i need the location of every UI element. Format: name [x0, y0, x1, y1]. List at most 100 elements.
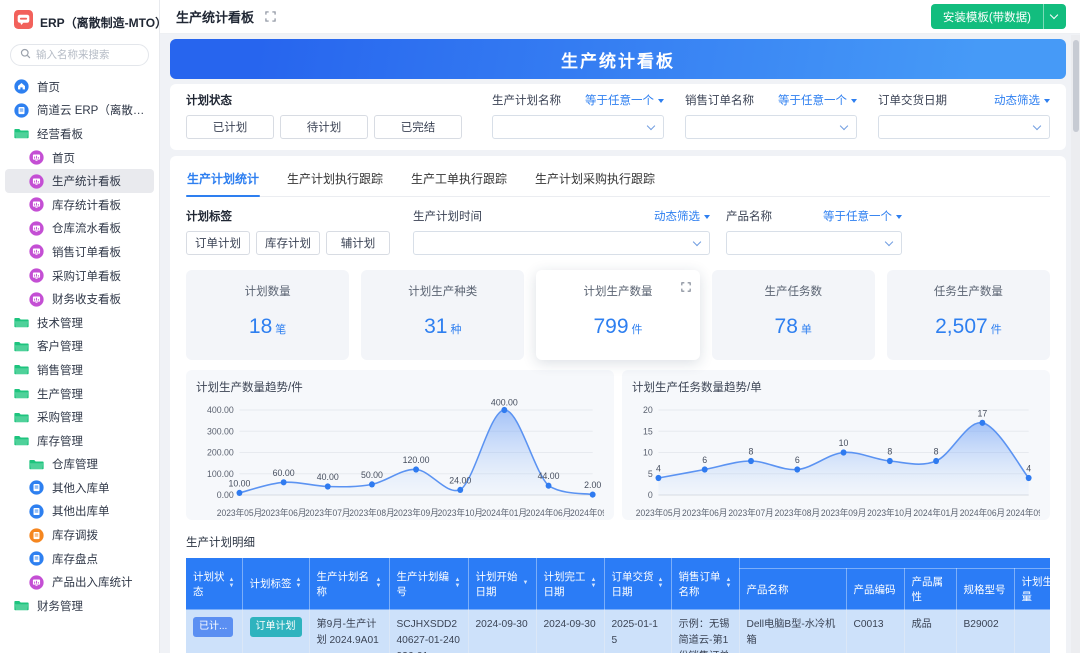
sidebar-item-customer-mgmt[interactable]: 客户管理 [5, 335, 154, 359]
sidebar-item-inventory-check[interactable]: 库存盘点 [5, 547, 154, 571]
search-input[interactable] [36, 49, 139, 61]
plan-time-operator[interactable]: 动态筛选 [654, 208, 710, 224]
tab-plan-purchase-tracking[interactable]: 生产计划采购执行跟踪 [534, 167, 656, 196]
column-header[interactable]: 计划生产数量 [1014, 569, 1050, 610]
folder-icon [14, 598, 29, 613]
plan-time-select[interactable] [413, 231, 710, 255]
plan-tag-button[interactable]: 辅计划 [326, 231, 390, 255]
sidebar-item-other-inbound[interactable]: 其他入库单 [5, 476, 154, 500]
sidebar-item-label: 技术管理 [37, 315, 83, 331]
svg-text:0: 0 [648, 490, 653, 500]
inner-filter-fields: 生产计划时间动态筛选产品名称等于任意一个 [413, 208, 902, 255]
sidebar-item-sales-order-board[interactable]: 销售订单看板 [5, 240, 154, 264]
column-header[interactable]: 计划开始日期▼ [468, 558, 536, 610]
sidebar-item-purchase-board[interactable]: 采购订单看板 [5, 264, 154, 288]
caret-down-icon [851, 99, 857, 103]
column-header[interactable]: 产品属性 [904, 569, 956, 610]
plan-name-select[interactable] [492, 115, 664, 139]
sidebar-item-product-io-stats[interactable]: 产品出入库统计 [5, 570, 154, 594]
column-header[interactable]: 订单交货日期▲▼ [604, 558, 671, 610]
folder-icon [14, 386, 29, 401]
product-group-header [739, 558, 1050, 569]
column-header[interactable]: 产品名称 [739, 569, 846, 610]
sort-icon: ▲▼ [296, 578, 302, 589]
svg-text:40.00: 40.00 [317, 472, 339, 482]
top-filter-card: 计划状态 已计划待计划已完结 生产计划名称等于任意一个销售订单名称等于任意一个订… [170, 84, 1066, 150]
svg-text:120.00: 120.00 [403, 455, 430, 465]
sidebar-item-label: 库存盘点 [52, 551, 98, 567]
sidebar-item-label: 客户管理 [37, 338, 83, 354]
delivery-date-select[interactable] [878, 115, 1050, 139]
tab-workorder-tracking[interactable]: 生产工单执行跟踪 [410, 167, 508, 196]
svg-text:2023年09月: 2023年09月 [393, 507, 438, 518]
column-header[interactable]: 计划状态▲▼ [186, 558, 242, 610]
fullscreen-icon[interactable] [265, 11, 276, 22]
product-name-select[interactable] [726, 231, 902, 255]
expand-icon[interactable] [681, 279, 691, 297]
plan-status-button[interactable]: 已计划 [186, 115, 274, 139]
tab-bar: 生产计划统计生产计划执行跟踪生产工单执行跟踪生产计划采购执行跟踪 [186, 167, 1050, 197]
top-filter-fields: 生产计划名称等于任意一个销售订单名称等于任意一个订单交货日期动态筛选 [492, 92, 1050, 139]
main-area: 生产统计看板 安装模板(带数据) 生产统计看板 计划状态 已计划待计划已完结 生… [160, 0, 1080, 653]
column-header[interactable]: 计划标签▲▼ [242, 558, 309, 610]
plan-status-button[interactable]: 已完结 [374, 115, 462, 139]
sidebar-item-inventory-stats[interactable]: 库存统计看板 [5, 193, 154, 217]
sidebar-item-production-mgmt[interactable]: 生产管理 [5, 382, 154, 406]
sidebar-item-finance-board[interactable]: 财务收支看板 [5, 287, 154, 311]
plan-tag-label: 计划标签 [186, 208, 390, 224]
sidebar-item-tech-mgmt[interactable]: 技术管理 [5, 311, 154, 335]
chart-title: 计划生产数量趋势/件 [196, 379, 604, 395]
plan-name-operator[interactable]: 等于任意一个 [585, 92, 664, 108]
sidebar-item-sales-mgmt[interactable]: 销售管理 [5, 358, 154, 382]
svg-text:8: 8 [934, 446, 939, 456]
sidebar-item-production-stats[interactable]: 生产统计看板 [5, 169, 154, 193]
svg-text:2024年09月: 2024年09月 [1006, 507, 1040, 518]
sidebar-item-inventory-transfer[interactable]: 库存调拨 [5, 523, 154, 547]
svg-text:2023年08月: 2023年08月 [349, 507, 394, 518]
svg-text:2024年01月: 2024年01月 [913, 507, 958, 518]
sort-icon: ▲▼ [229, 578, 235, 589]
svg-text:300.00: 300.00 [207, 426, 234, 436]
sidebar-item-label: 采购管理 [37, 409, 83, 425]
column-header[interactable]: 销售订单名称▲▼ [671, 558, 739, 610]
chevron-down-icon [647, 122, 655, 130]
content: 生产统计看板 计划状态 已计划待计划已完结 生产计划名称等于任意一个销售订单名称… [160, 34, 1080, 653]
sidebar-item-business-boards[interactable]: 经营看板 [5, 122, 154, 146]
column-header[interactable]: 规格型号 [956, 569, 1014, 610]
svg-text:2024年01月: 2024年01月 [482, 507, 527, 518]
table-row[interactable]: 已计...订单计划第9月-生产计划 2024.9A01SCJHXSDD24062… [186, 610, 1050, 653]
sidebar-item-other-outbound[interactable]: 其他出库单 [5, 500, 154, 524]
scrollbar-thumb[interactable] [1073, 40, 1079, 132]
delivery-date-operator[interactable]: 动态筛选 [994, 92, 1050, 108]
sidebar-search[interactable] [10, 44, 149, 66]
kpi-label: 计划生产数量 [536, 283, 699, 299]
column-header[interactable]: 产品编码 [846, 569, 904, 610]
sidebar-item-inventory-mgmt[interactable]: 库存管理 [5, 429, 154, 453]
sales-order-operator[interactable]: 等于任意一个 [778, 92, 857, 108]
sidebar-item-home[interactable]: 首页 [5, 75, 154, 99]
plan-tag-button[interactable]: 订单计划 [186, 231, 250, 255]
plan-status-button[interactable]: 待计划 [280, 115, 368, 139]
sales-order-select[interactable] [685, 115, 857, 139]
sidebar-item-warehouse-flow[interactable]: 仓库流水看板 [5, 217, 154, 241]
svg-text:2.00: 2.00 [584, 480, 601, 490]
sidebar-item-board-home[interactable]: 首页 [5, 146, 154, 170]
tab-plan-stats[interactable]: 生产计划统计 [186, 167, 260, 196]
product-name-operator[interactable]: 等于任意一个 [823, 208, 902, 224]
charts-row: 计划生产数量趋势/件0.00100.00200.00300.00400.0010… [186, 370, 1050, 520]
install-template-dropdown[interactable] [1044, 4, 1066, 29]
sidebar-item-finance-mgmt[interactable]: 财务管理 [5, 594, 154, 618]
sidebar-item-jdy-erp[interactable]: 简道云 ERP（离散制造-MTO）... [5, 99, 154, 123]
column-header[interactable]: 生产计划名称▲▼ [309, 558, 389, 610]
svg-text:2023年07月: 2023年07月 [728, 507, 773, 518]
plan-tag-button[interactable]: 库存计划 [256, 231, 320, 255]
column-header[interactable]: 生产计划编号▲▼ [389, 558, 468, 610]
plan-detail-table-wrap: 计划状态▲▼计划标签▲▼生产计划名称▲▼生产计划编号▲▼计划开始日期▼计划完工日… [186, 558, 1050, 653]
install-template-button[interactable]: 安装模板(带数据) [931, 4, 1044, 29]
svg-text:2023年06月: 2023年06月 [261, 507, 306, 518]
tab-plan-exec-tracking[interactable]: 生产计划执行跟踪 [286, 167, 384, 196]
sidebar-item-warehouse-mgmt[interactable]: 仓库管理 [5, 453, 154, 477]
column-header[interactable]: 计划完工日期▲▼ [536, 558, 604, 610]
sidebar-item-purchase-mgmt[interactable]: 采购管理 [5, 405, 154, 429]
app-logo: ERP（离散制造-MTO） [0, 0, 159, 43]
